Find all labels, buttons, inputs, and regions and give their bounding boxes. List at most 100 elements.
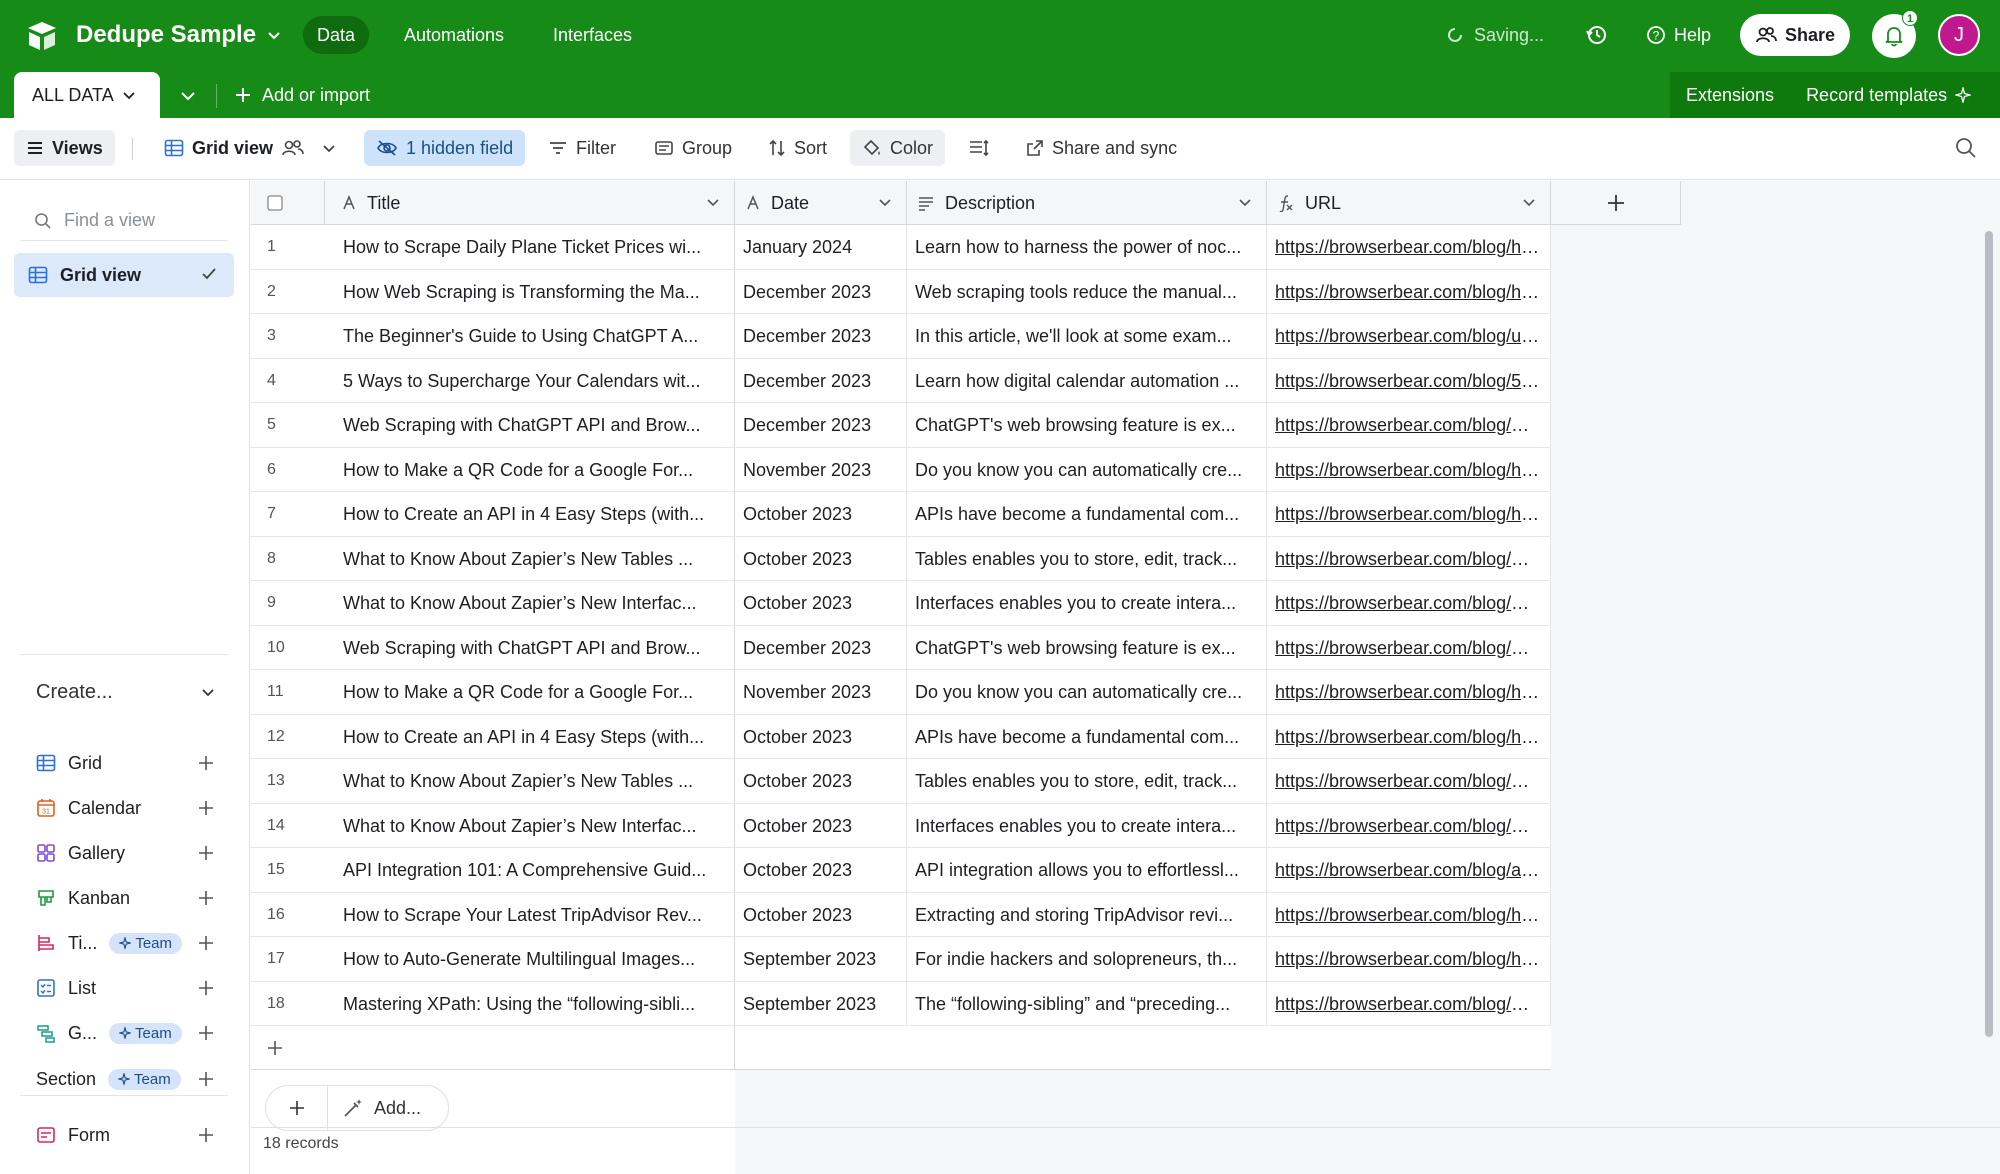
- create-gantt-view[interactable]: G... Team: [36, 1017, 216, 1049]
- date-cell[interactable]: September 2023: [735, 981, 907, 1026]
- url-cell[interactable]: https://browserbear.com/blog/how-...: [1267, 225, 1551, 269]
- url-cell[interactable]: https://browserbear.com/blog/what...: [1267, 803, 1551, 848]
- date-cell[interactable]: January 2024: [735, 225, 907, 269]
- description-cell[interactable]: APIs have become a fundamental com...: [907, 714, 1267, 759]
- add-record-button[interactable]: [266, 1086, 328, 1130]
- add-record-cell[interactable]: [251, 1026, 735, 1070]
- description-cell[interactable]: The “following-sibling” and “preceding..…: [907, 981, 1267, 1026]
- description-cell[interactable]: Do you know you can automatically cre...: [907, 670, 1267, 714]
- table-row[interactable]: 3 The Beginner's Guide to Using ChatGPT A…: [251, 314, 1551, 359]
- table-row[interactable]: 12 How to Create an API in 4 Easy Steps (…: [251, 714, 1551, 759]
- title-cell[interactable]: How Web Scraping is Transforming the Ma.…: [325, 269, 735, 314]
- date-cell[interactable]: September 2023: [735, 937, 907, 981]
- date-cell[interactable]: October 2023: [735, 714, 907, 759]
- views-toggle-button[interactable]: Views: [14, 130, 115, 166]
- table-row[interactable]: 5 Web Scraping with ChatGPT API and Brow.…: [251, 403, 1551, 448]
- table-row[interactable]: 10 Web Scraping with ChatGPT API and Brow…: [251, 625, 1551, 670]
- date-cell[interactable]: December 2023: [735, 314, 907, 358]
- url-cell[interactable]: https://browserbear.com/blog/how-...: [1267, 714, 1551, 759]
- row-height-button[interactable]: [956, 130, 1002, 166]
- table-row[interactable]: 6 How to Make a QR Code for a Google For.…: [251, 447, 1551, 492]
- title-cell[interactable]: What to Know About Zapier’s New Tables .…: [325, 536, 735, 581]
- description-cell[interactable]: Learn how digital calendar automation ..…: [907, 358, 1267, 403]
- history-icon[interactable]: [1584, 22, 1610, 48]
- table-row[interactable]: 16 How to Scrape Your Latest TripAdvisor …: [251, 892, 1551, 937]
- title-cell[interactable]: What to Know About Zapier’s New Interfac…: [325, 581, 735, 625]
- table-row[interactable]: 7 How to Create an API in 4 Easy Steps (w…: [251, 492, 1551, 537]
- group-button[interactable]: Group: [642, 130, 744, 166]
- url-cell[interactable]: https://browserbear.com/blog/api-i...: [1267, 848, 1551, 892]
- create-section[interactable]: Section Team: [36, 1063, 216, 1095]
- description-cell[interactable]: Do you know you can automatically cre...: [907, 447, 1267, 492]
- select-all-checkbox[interactable]: [251, 181, 325, 225]
- vertical-scrollbar[interactable]: [1985, 231, 1993, 1037]
- create-timeline-view[interactable]: Ti... Team: [36, 927, 216, 959]
- share-button[interactable]: Share: [1740, 14, 1850, 56]
- date-cell[interactable]: October 2023: [735, 803, 907, 848]
- description-cell[interactable]: API integration allows you to effortless…: [907, 848, 1267, 892]
- title-cell[interactable]: How to Create an API in 4 Easy Steps (wi…: [325, 714, 735, 759]
- date-cell[interactable]: October 2023: [735, 892, 907, 937]
- title-cell[interactable]: Mastering XPath: Using the “following-si…: [325, 981, 735, 1026]
- avatar[interactable]: J: [1938, 14, 1980, 56]
- date-cell[interactable]: October 2023: [735, 536, 907, 581]
- table-row[interactable]: 15 API Integration 101: A Comprehensive G…: [251, 848, 1551, 893]
- notifications-button[interactable]: 1: [1872, 10, 1918, 58]
- tab-data[interactable]: Data: [303, 16, 370, 54]
- date-cell[interactable]: December 2023: [735, 403, 907, 447]
- table-tab-all-data[interactable]: ALL DATA: [14, 72, 160, 118]
- date-cell[interactable]: December 2023: [735, 625, 907, 670]
- url-cell[interactable]: https://browserbear.com/blog/what...: [1267, 536, 1551, 581]
- description-cell[interactable]: Interfaces enables you to create intera.…: [907, 803, 1267, 848]
- sidebar-view-grid-view[interactable]: Grid view: [14, 253, 234, 297]
- description-cell[interactable]: Tables enables you to store, edit, track…: [907, 759, 1267, 803]
- sort-button[interactable]: Sort: [756, 130, 839, 166]
- filter-button[interactable]: Filter: [536, 130, 628, 166]
- table-row[interactable]: 9 What to Know About Zapier’s New Interfa…: [251, 581, 1551, 626]
- title-cell[interactable]: API Integration 101: A Comprehensive Gui…: [325, 848, 735, 892]
- search-icon[interactable]: [1954, 136, 1978, 160]
- description-cell[interactable]: Interfaces enables you to create intera.…: [907, 581, 1267, 625]
- create-list-view[interactable]: List: [36, 972, 216, 1004]
- title-cell[interactable]: How to Auto-Generate Multilingual Images…: [325, 937, 735, 981]
- description-cell[interactable]: Learn how to harness the power of noc...: [907, 225, 1267, 269]
- all-tables-chevron-icon[interactable]: [176, 84, 200, 108]
- description-cell[interactable]: Extracting and storing TripAdvisor revi.…: [907, 892, 1267, 937]
- title-cell[interactable]: What to Know About Zapier’s New Interfac…: [325, 803, 735, 848]
- date-cell[interactable]: December 2023: [735, 269, 907, 314]
- url-cell[interactable]: https://browserbear.com/blog/web-...: [1267, 403, 1551, 447]
- date-cell[interactable]: October 2023: [735, 492, 907, 536]
- url-cell[interactable]: https://browserbear.com/blog/how-...: [1267, 892, 1551, 937]
- description-cell[interactable]: Web scraping tools reduce the manual...: [907, 269, 1267, 314]
- add-or-import-button[interactable]: Add or import: [234, 72, 370, 118]
- hide-fields-button[interactable]: 1 hidden field: [364, 130, 526, 166]
- title-cell[interactable]: How to Create an API in 4 Easy Steps (wi…: [325, 492, 735, 536]
- url-cell[interactable]: https://browserbear.com/blog/using...: [1267, 314, 1551, 358]
- description-cell[interactable]: ChatGPT's web browsing feature is ex...: [907, 625, 1267, 670]
- date-cell[interactable]: November 2023: [735, 447, 907, 492]
- base-name-menu[interactable]: Dedupe Sample: [76, 18, 282, 52]
- table-row[interactable]: 14 What to Know About Zapier’s New Interf…: [251, 803, 1551, 848]
- tab-automations[interactable]: Automations: [390, 16, 518, 54]
- url-cell[interactable]: https://browserbear.com/blog/how-...: [1267, 447, 1551, 492]
- create-view-section-toggle[interactable]: Create...: [36, 677, 216, 707]
- title-cell[interactable]: How to Make a QR Code for a Google For..…: [325, 447, 735, 492]
- record-templates-button[interactable]: Record templates: [1790, 85, 1987, 106]
- column-header-title[interactable]: Title: [325, 181, 735, 225]
- ai-add-button[interactable]: Add...: [328, 1097, 421, 1119]
- column-header-url[interactable]: URL: [1267, 181, 1551, 225]
- create-gallery-view[interactable]: Gallery: [36, 837, 216, 869]
- table-row[interactable]: 18 Mastering XPath: Using the “following-…: [251, 981, 1551, 1026]
- column-header-date[interactable]: Date: [735, 181, 907, 225]
- share-and-sync-button[interactable]: Share and sync: [1014, 130, 1189, 166]
- url-cell[interactable]: https://browserbear.com/blog/what...: [1267, 581, 1551, 625]
- table-row[interactable]: 4 5 Ways to Supercharge Your Calendars wi…: [251, 358, 1551, 403]
- create-calendar-view[interactable]: 31 Calendar: [36, 792, 216, 824]
- description-cell[interactable]: Tables enables you to store, edit, track…: [907, 536, 1267, 581]
- date-cell[interactable]: October 2023: [735, 848, 907, 892]
- url-cell[interactable]: https://browserbear.com/blog/how-...: [1267, 269, 1551, 314]
- help-button[interactable]: ? Help: [1646, 16, 1711, 54]
- date-cell[interactable]: December 2023: [735, 358, 907, 403]
- title-cell[interactable]: How to Make a QR Code for a Google For..…: [325, 670, 735, 714]
- title-cell[interactable]: How to Scrape Daily Plane Ticket Prices …: [325, 225, 735, 269]
